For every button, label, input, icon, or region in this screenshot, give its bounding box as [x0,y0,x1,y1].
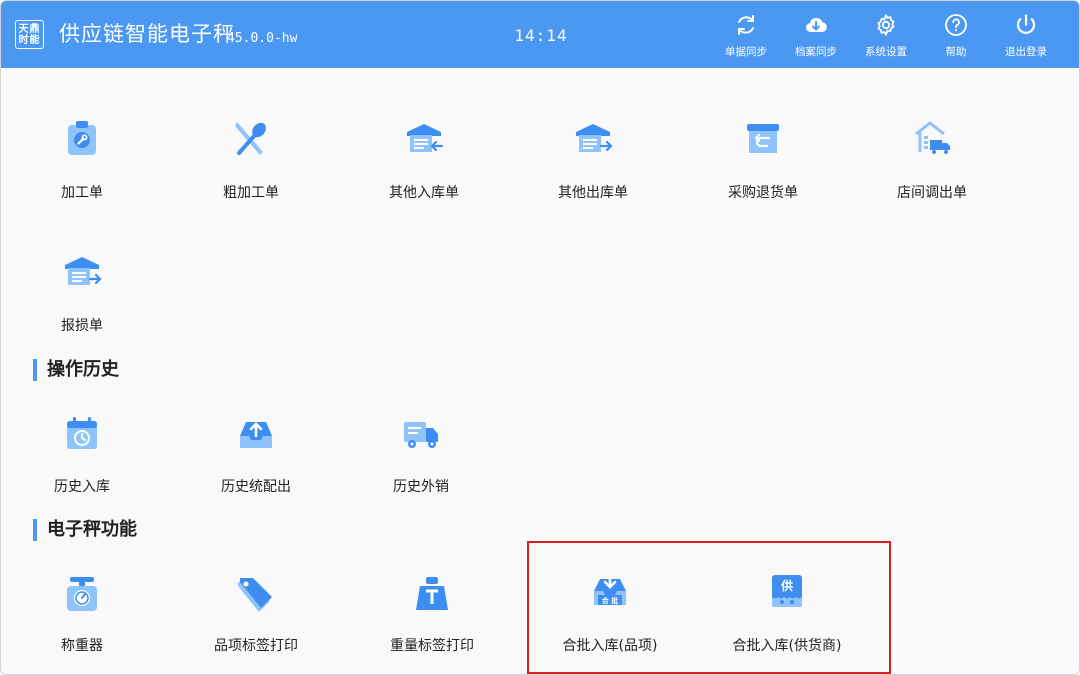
tag-icon [238,578,272,612]
calendar-history-icon [67,417,97,449]
app-window: 天鼎 时能 供应链智能电子秤 45.0.0-hw 14:14 单据同步 档案同步 [0,0,1080,675]
warehouse-loss-icon [65,257,102,285]
tile-weight-label-print[interactable]: 重量标签打印 [357,574,507,674]
tile-label: 称重器 [61,638,103,654]
tile-processing-order[interactable]: 加工单 [7,118,157,238]
document-sync-button[interactable]: 单据同步 [711,13,781,59]
tile-other-inbound-order[interactable]: 其他入库单 [349,118,499,238]
weight-icon [416,577,448,610]
gear-icon [877,13,895,37]
tile-rough-processing-order[interactable]: 粗加工单 [176,118,326,238]
tile-label: 粗加工单 [223,185,279,201]
delivery-truck-icon [404,422,438,448]
tile-label: 其他入库单 [389,185,459,201]
supplier-badge-text: 供 [780,578,793,593]
warehouse-out-icon [576,124,613,152]
batch-inbound-supplier-icon: 供 [772,575,802,607]
document-sync-label: 单据同步 [725,46,767,58]
tile-history-inbound[interactable]: 历史入库 [7,414,157,534]
tile-label: 合批入库(供货商) [732,638,842,654]
tile-label: 店间调出单 [897,185,967,201]
logo-text-top: 天鼎 [18,23,41,35]
store-transfer-icon [915,121,950,154]
app-title: 供应链智能电子秤 [59,22,235,46]
tile-label: 历史统配出 [221,479,291,495]
tile-other-outbound-order[interactable]: 其他出库单 [518,118,668,238]
header-bar: 天鼎 时能 供应链智能电子秤 45.0.0-hw 14:14 单据同步 档案同步 [1,1,1079,68]
system-settings-label: 系统设置 [865,46,907,58]
batch-inbound-item-icon: 合 批 [594,573,626,605]
tile-label: 品项标签打印 [214,638,298,654]
inbox-upload-icon [240,422,272,448]
system-settings-button[interactable]: 系统设置 [851,13,921,59]
tile-store-transfer-out-order[interactable]: 店间调出单 [857,118,1007,238]
archive-sync-button[interactable]: 档案同步 [781,13,851,59]
tile-item-label-print[interactable]: 品项标签打印 [181,574,331,674]
knife-tools-icon [235,122,266,155]
logo-text-bottom: 时能 [18,34,41,46]
header-actions: 单据同步 档案同步 系统设置 帮助 退出登录 [711,13,1061,59]
tile-batch-inbound-item[interactable]: 合 批 合批入库(品项) [535,571,685,674]
help-button[interactable]: 帮助 [921,13,991,59]
tile-history-external-sales[interactable]: 历史外销 [346,414,496,534]
logout-button[interactable]: 退出登录 [991,13,1061,59]
return-box-icon [747,124,779,153]
tile-loss-report-order[interactable]: 报损单 [7,251,157,371]
scale-icon [67,577,97,611]
tile-history-unified-distribution[interactable]: 历史统配出 [181,414,331,534]
help-label: 帮助 [945,46,967,58]
app-logo: 天鼎 时能 [15,20,44,49]
section-title-scale: 电子秤功能 [33,519,137,541]
tile-batch-inbound-supplier[interactable]: 供 合批入库(供货商) [712,571,862,674]
tile-label: 报损单 [61,318,103,334]
help-icon [945,14,967,36]
archive-sync-label: 档案同步 [795,46,837,58]
tile-label: 合批入库(品项) [562,638,658,654]
logout-label: 退出登录 [1005,46,1047,58]
cloud-download-icon [805,17,827,33]
clipboard-wrench-icon [68,121,96,155]
refresh-icon [738,15,754,35]
tile-label: 采购退货单 [728,185,798,201]
tile-weighing-scale[interactable]: 称重器 [7,574,157,674]
tile-label: 历史入库 [54,479,110,495]
app-version: 45.0.0-hw [227,31,298,46]
tile-label: 历史外销 [393,479,449,495]
tile-label: 加工单 [61,185,103,201]
tile-purchase-return-order[interactable]: 采购退货单 [688,118,838,238]
batch-badge-text: 合 批 [601,596,618,605]
section-title-history: 操作历史 [33,359,119,381]
tile-label: 其他出库单 [558,185,628,201]
tile-label: 重量标签打印 [390,638,474,654]
power-icon [1016,14,1036,34]
warehouse-in-icon [407,124,444,152]
